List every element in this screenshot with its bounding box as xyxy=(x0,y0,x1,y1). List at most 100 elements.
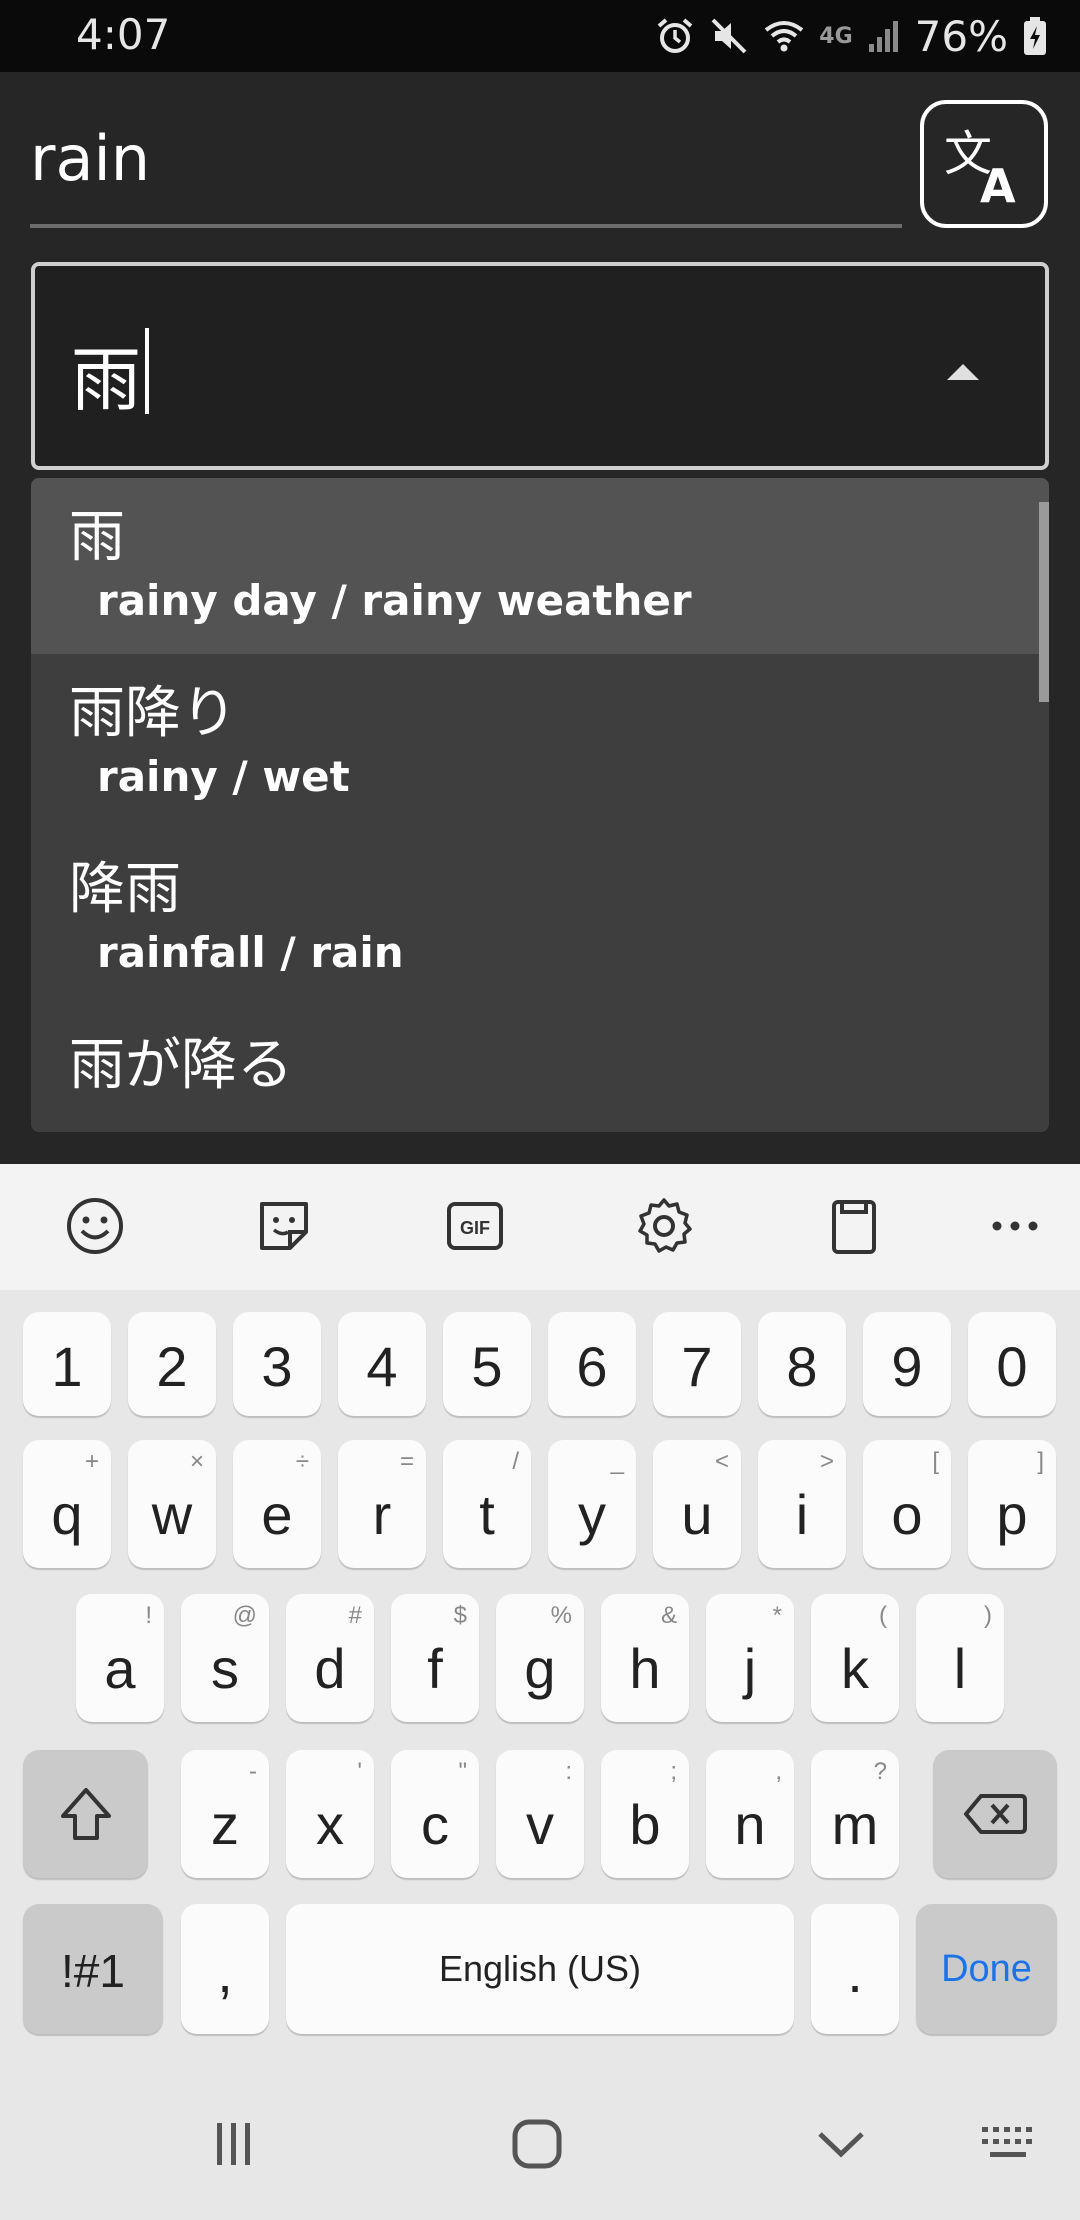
home-icon[interactable] xyxy=(502,2114,572,2174)
suggestion-item[interactable]: 降雨 rainfall / rain xyxy=(31,830,1049,1006)
key-x-hint: ' xyxy=(357,1758,362,1785)
suggestion-meaning: rainfall / rain xyxy=(97,928,404,977)
backspace-icon xyxy=(964,1794,1027,1834)
key-g-hint: % xyxy=(550,1602,572,1629)
translate-button[interactable]: 文 A xyxy=(920,100,1048,228)
key-0-label: 0 xyxy=(996,1335,1028,1398)
key-8[interactable]: 8 xyxy=(758,1312,846,1416)
key-z[interactable]: z- xyxy=(181,1750,269,1878)
status-time: 4:07 xyxy=(76,10,171,59)
key-c[interactable]: c " xyxy=(391,1750,479,1878)
search-input[interactable]: rain xyxy=(30,122,150,195)
key-d-hint: # xyxy=(348,1602,362,1629)
dropdown-scrollbar[interactable] xyxy=(1039,502,1049,702)
status-icons: 4G 76% xyxy=(655,8,1048,64)
key-i[interactable]: i > xyxy=(758,1440,846,1568)
key-s-hint: @ xyxy=(232,1602,257,1629)
suggestion-item[interactable]: 雨 rainy day / rainy weather xyxy=(31,478,1049,654)
backspace-key[interactable] xyxy=(933,1750,1057,1878)
key-f-label: f xyxy=(427,1637,443,1700)
key-6-label: 6 xyxy=(576,1335,608,1398)
space-key[interactable]: English (US) xyxy=(286,1904,794,2034)
key-l-hint: ) xyxy=(984,1602,992,1629)
key-g-label: g xyxy=(524,1637,556,1700)
key-7[interactable]: 7 xyxy=(653,1312,741,1416)
key-l-label: l xyxy=(953,1637,967,1700)
key-a[interactable]: a! xyxy=(76,1594,164,1722)
key-w-label: w xyxy=(151,1483,193,1546)
keyboard-switch-icon[interactable] xyxy=(973,2114,1043,2174)
key-g[interactable]: g% xyxy=(496,1594,584,1722)
key-1[interactable]: 1 xyxy=(23,1312,111,1416)
key-i-hint: > xyxy=(819,1448,834,1475)
period-key[interactable]: . xyxy=(811,1904,899,2034)
key-3[interactable]: 3 xyxy=(233,1312,321,1416)
key-b[interactable]: b; xyxy=(601,1750,689,1878)
key-4[interactable]: 4 xyxy=(338,1312,426,1416)
svg-text:A: A xyxy=(980,159,1016,208)
comma-key[interactable]: , xyxy=(181,1904,269,2034)
key-3-label: 3 xyxy=(261,1335,293,1398)
alarm-icon xyxy=(657,18,693,53)
key-n[interactable]: n, xyxy=(706,1750,794,1878)
key-2[interactable]: 2 xyxy=(128,1312,216,1416)
done-key[interactable]: Done xyxy=(916,1904,1057,2034)
select-value: 雨 xyxy=(71,339,141,421)
key-x-label: x xyxy=(316,1793,344,1856)
key-s[interactable]: s @ xyxy=(181,1594,269,1722)
key-h-hint: & xyxy=(660,1602,677,1629)
keyboard-toolbar: GIF xyxy=(0,1164,1080,1290)
key-t[interactable]: t / xyxy=(443,1440,531,1568)
key-j[interactable]: j * xyxy=(706,1594,794,1722)
key-5-label: 5 xyxy=(471,1335,503,1398)
navigation-bar xyxy=(0,2070,1080,2220)
key-a-hint: ! xyxy=(145,1602,152,1629)
gif-icon[interactable]: GIF xyxy=(443,1194,507,1258)
sticker-icon[interactable] xyxy=(252,1194,316,1258)
key-v[interactable]: v: xyxy=(496,1750,584,1878)
word-select[interactable]: 雨 xyxy=(31,262,1049,470)
key-9[interactable]: 9 xyxy=(863,1312,951,1416)
symbols-key[interactable]: !#1 xyxy=(23,1904,163,2034)
back-icon[interactable] xyxy=(806,2114,876,2174)
key-l[interactable]: l) xyxy=(916,1594,1004,1722)
key-q[interactable]: q + xyxy=(23,1440,111,1568)
key-j-hint: * xyxy=(772,1602,782,1629)
key-0[interactable]: 0 xyxy=(968,1312,1056,1416)
caret-up-icon[interactable] xyxy=(947,364,979,380)
signal-icon xyxy=(868,21,898,52)
key-o[interactable]: o[ xyxy=(863,1440,951,1568)
key-t-hint: / xyxy=(512,1448,519,1475)
suggestion-word: 降雨 xyxy=(69,857,181,922)
key-f[interactable]: f $ xyxy=(391,1594,479,1722)
key-e[interactable]: e ÷ xyxy=(233,1440,321,1568)
key-k[interactable]: k( xyxy=(811,1594,899,1722)
shift-key[interactable] xyxy=(23,1750,148,1878)
key-4-label: 4 xyxy=(366,1335,398,1398)
key-r[interactable]: r = xyxy=(338,1440,426,1568)
settings-icon[interactable] xyxy=(632,1194,696,1258)
key-p[interactable]: p] xyxy=(968,1440,1056,1568)
key-m[interactable]: m? xyxy=(811,1750,899,1878)
key-d[interactable]: d # xyxy=(286,1594,374,1722)
key-6[interactable]: 6 xyxy=(548,1312,636,1416)
more-icon[interactable] xyxy=(983,1194,1047,1258)
suggestion-item[interactable]: 雨降り rainy / wet xyxy=(31,654,1049,830)
key-y[interactable]: y _ xyxy=(548,1440,636,1568)
clipboard-icon[interactable] xyxy=(822,1194,886,1258)
recent-apps-icon[interactable] xyxy=(199,2114,269,2174)
space-key-label: English (US) xyxy=(438,1948,642,1989)
suggestion-word: 雨 xyxy=(69,505,125,570)
key-x[interactable]: x ' xyxy=(286,1750,374,1878)
key-w[interactable]: w × xyxy=(128,1440,216,1568)
key-h[interactable]: h & xyxy=(601,1594,689,1722)
emoji-icon[interactable] xyxy=(63,1194,127,1258)
key-c-hint: " xyxy=(458,1758,467,1785)
key-o-label: o xyxy=(891,1483,923,1546)
done-key-label: Done xyxy=(941,1948,1032,1990)
key-u-hint: < xyxy=(714,1448,729,1475)
key-u[interactable]: u < xyxy=(653,1440,741,1568)
key-y-label: y xyxy=(578,1483,606,1546)
suggestion-item[interactable]: 雨が降る xyxy=(31,1006,1049,1132)
key-5[interactable]: 5 xyxy=(443,1312,531,1416)
